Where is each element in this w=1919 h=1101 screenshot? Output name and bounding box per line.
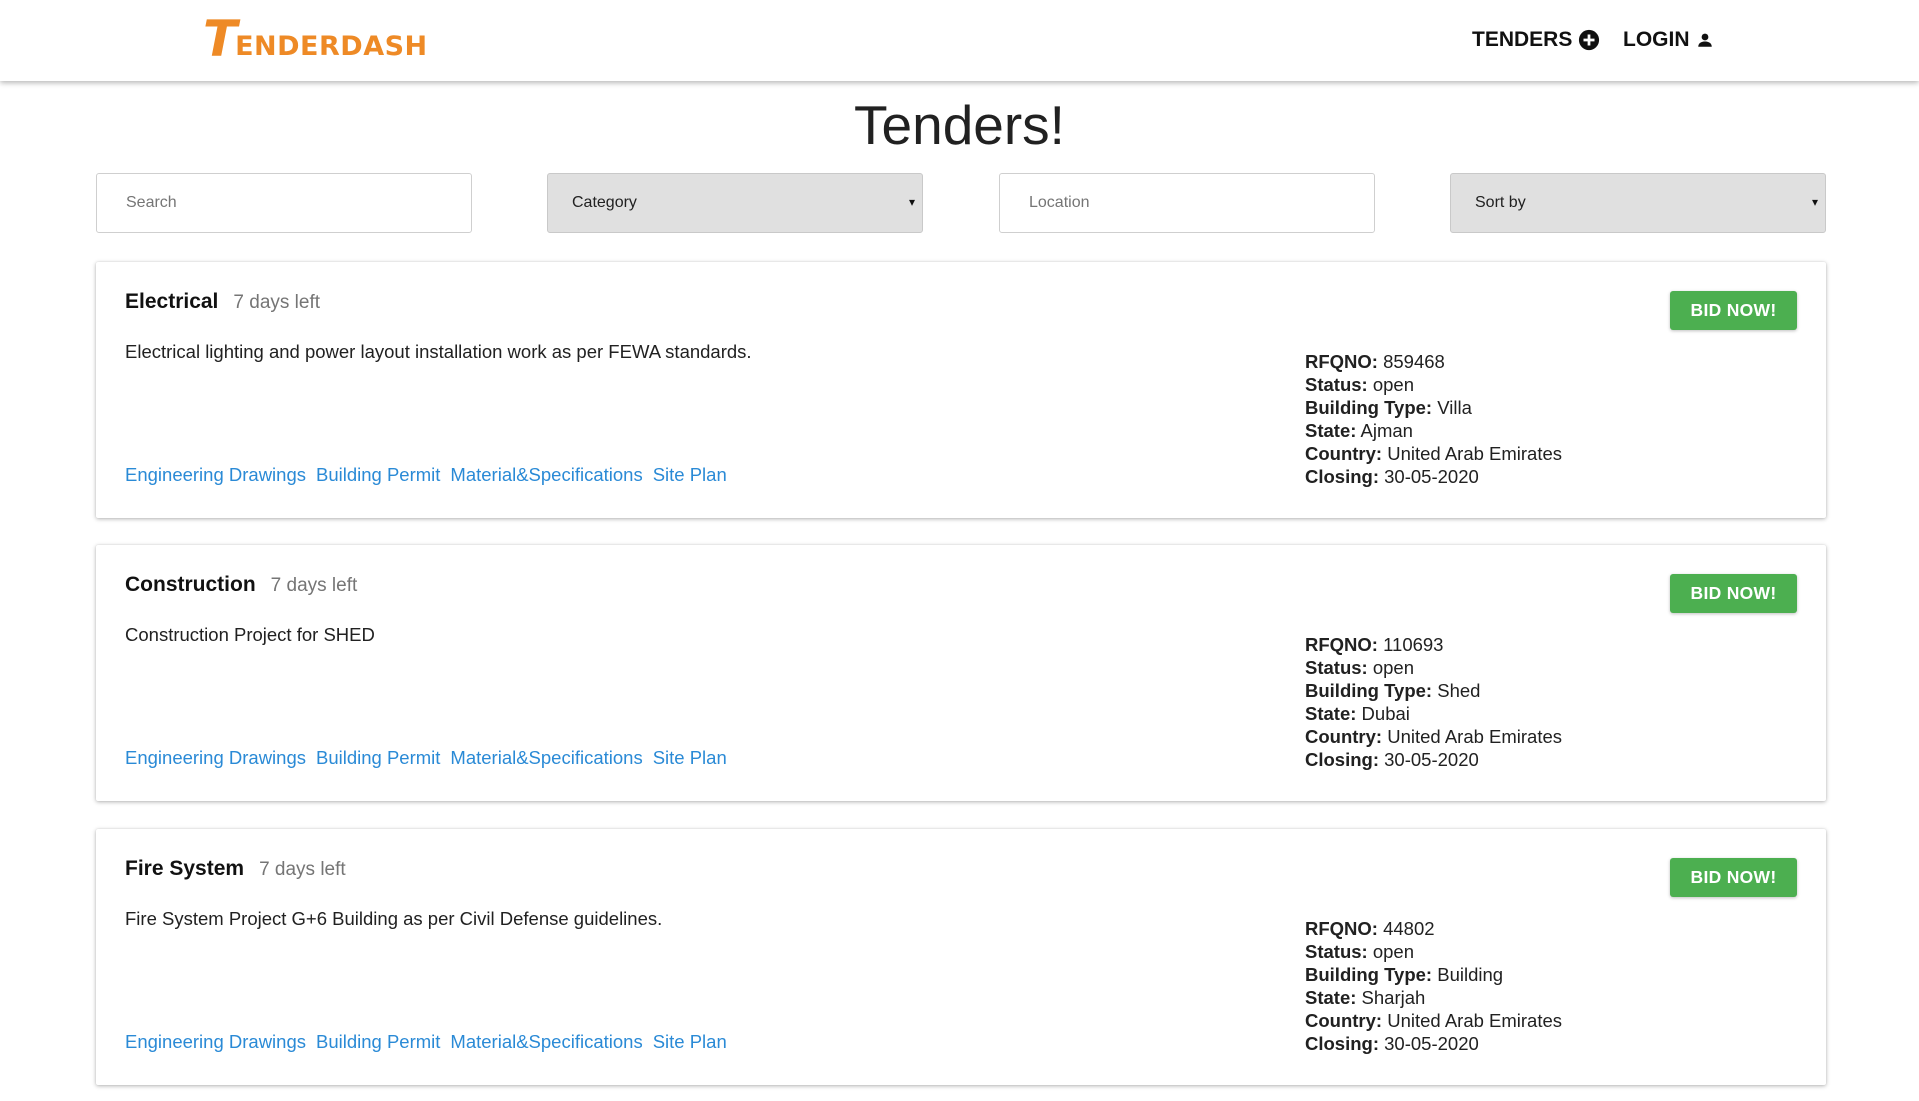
status-row: Status: open (1305, 374, 1414, 395)
building-permit-link[interactable]: Building Permit (316, 747, 440, 769)
tender-title: Fire System (125, 857, 245, 880)
caret-down-icon: ▾ (1811, 195, 1818, 209)
status-value: open (1372, 941, 1414, 962)
tender-card-header: Construction 7 days left (125, 573, 357, 597)
country-value: United Arab Emirates (1387, 1010, 1563, 1031)
closing-value: 30-05-2020 (1384, 466, 1479, 487)
engineering-drawings-link[interactable]: Engineering Drawings (125, 747, 306, 769)
navbar: T ENDERDASH TENDERS LOGIN (0, 0, 1919, 81)
tender-document-links: Engineering Drawings Building Permit Mat… (125, 747, 727, 769)
closing-row: Closing: 30-05-2020 (1305, 466, 1479, 487)
status-row: Status: open (1305, 941, 1414, 962)
closing-row: Closing: 30-05-2020 (1305, 1033, 1479, 1054)
status-value: open (1372, 657, 1414, 678)
tender-details: RFQNO: 859468 Status: open Building Type… (1305, 350, 1562, 488)
tender-days-left: 7 days left (259, 859, 346, 880)
status-row: Status: open (1305, 657, 1414, 678)
nav-login-link[interactable]: LOGIN (1623, 24, 1714, 56)
rfqno-value: 110693 (1383, 634, 1444, 655)
state-value: Sharjah (1361, 987, 1426, 1008)
logo-text: ENDERDASH (235, 31, 428, 62)
bid-now-button[interactable]: BID NOW! (1670, 858, 1797, 897)
material-specifications-link[interactable]: Material&Specifications (450, 1031, 642, 1053)
tender-card-header: Electrical 7 days left (125, 290, 320, 314)
material-specifications-link[interactable]: Material&Specifications (450, 747, 642, 769)
rfqno-value: 859468 (1383, 351, 1445, 372)
sort-select-label: Sort by (1475, 194, 1526, 211)
engineering-drawings-link[interactable]: Engineering Drawings (125, 1031, 306, 1053)
nav-login-label: LOGIN (1623, 28, 1690, 51)
tender-card: Construction 7 days left Construction Pr… (96, 545, 1826, 801)
building-type-row: Building Type: Villa (1305, 397, 1472, 418)
tender-description: Construction Project for SHED (125, 624, 375, 645)
tender-details: RFQNO: 44802 Status: open Building Type:… (1305, 917, 1562, 1055)
page-title: Tenders! (854, 94, 1065, 156)
state-value: Ajman (1360, 420, 1413, 441)
tender-days-left: 7 days left (233, 292, 321, 313)
country-row: Country: United Arab Emirates (1305, 443, 1563, 464)
rfqno-value: 44802 (1383, 918, 1435, 939)
country-row: Country: United Arab Emirates (1305, 726, 1563, 747)
location-placeholder: Location (1029, 194, 1090, 211)
building-type-row: Building Type: Shed (1305, 680, 1481, 701)
engineering-drawings-link[interactable]: Engineering Drawings (125, 464, 306, 486)
nav-tenders-label: TENDERS (1472, 28, 1573, 51)
rfqno-row: RFQNO: 44802 (1305, 918, 1435, 939)
building-type-row: Building Type: Building (1305, 964, 1504, 985)
material-specifications-link[interactable]: Material&Specifications (450, 464, 642, 486)
tender-card: Fire System 7 days left Fire System Proj… (96, 829, 1826, 1085)
state-row: State: Dubai (1305, 703, 1410, 724)
building-type-value: Building (1437, 964, 1504, 985)
country-value: United Arab Emirates (1387, 726, 1563, 747)
caret-down-icon: ▾ (908, 195, 915, 209)
building-type-value: Villa (1437, 397, 1472, 418)
rfqno-row: RFQNO: 110693 (1305, 634, 1444, 655)
closing-value: 30-05-2020 (1384, 1033, 1479, 1054)
nav-tenders-link[interactable]: TENDERS (1472, 24, 1600, 56)
state-row: State: Sharjah (1305, 987, 1426, 1008)
person-icon (1697, 33, 1712, 47)
country-value: United Arab Emirates (1387, 443, 1563, 464)
tender-days-left: 7 days left (270, 575, 358, 596)
site-plan-link[interactable]: Site Plan (653, 1031, 727, 1053)
status-value: open (1372, 374, 1414, 395)
search-input[interactable]: Search (96, 173, 472, 233)
tender-description: Electrical lighting and power layout ins… (125, 341, 752, 362)
site-plan-link[interactable]: Site Plan (653, 747, 727, 769)
category-select[interactable]: Category ▾ (547, 173, 923, 233)
rfqno-row: RFQNO: 859468 (1305, 351, 1445, 372)
closing-row: Closing: 30-05-2020 (1305, 749, 1479, 770)
location-input[interactable]: Location (999, 173, 1375, 233)
logo-initial: T (203, 10, 238, 68)
search-placeholder: Search (126, 194, 177, 211)
country-row: Country: United Arab Emirates (1305, 1010, 1563, 1031)
tender-card-header: Fire System 7 days left (125, 857, 346, 881)
bid-now-button[interactable]: BID NOW! (1670, 291, 1797, 330)
state-row: State: Ajman (1305, 420, 1413, 441)
tender-description: Fire System Project G+6 Building as per … (125, 908, 663, 929)
bid-now-button[interactable]: BID NOW! (1670, 574, 1797, 613)
closing-value: 30-05-2020 (1384, 749, 1479, 770)
category-select-label: Category (572, 194, 637, 211)
tender-document-links: Engineering Drawings Building Permit Mat… (125, 1031, 727, 1053)
building-permit-link[interactable]: Building Permit (316, 1031, 440, 1053)
building-permit-link[interactable]: Building Permit (316, 464, 440, 486)
tender-title: Construction (125, 573, 256, 596)
tender-document-links: Engineering Drawings Building Permit Mat… (125, 464, 727, 486)
tender-details: RFQNO: 110693 Status: open Building Type… (1305, 633, 1562, 771)
tender-card: Electrical 7 days left Electrical lighti… (96, 262, 1826, 518)
sort-select[interactable]: Sort by ▾ (1450, 173, 1826, 233)
plus-circle-icon (1579, 29, 1600, 51)
site-plan-link[interactable]: Site Plan (653, 464, 727, 486)
tender-title: Electrical (125, 290, 219, 313)
building-type-value: Shed (1437, 680, 1481, 701)
tenderdash-logo[interactable]: T ENDERDASH (203, 10, 428, 68)
state-value: Dubai (1361, 703, 1410, 724)
